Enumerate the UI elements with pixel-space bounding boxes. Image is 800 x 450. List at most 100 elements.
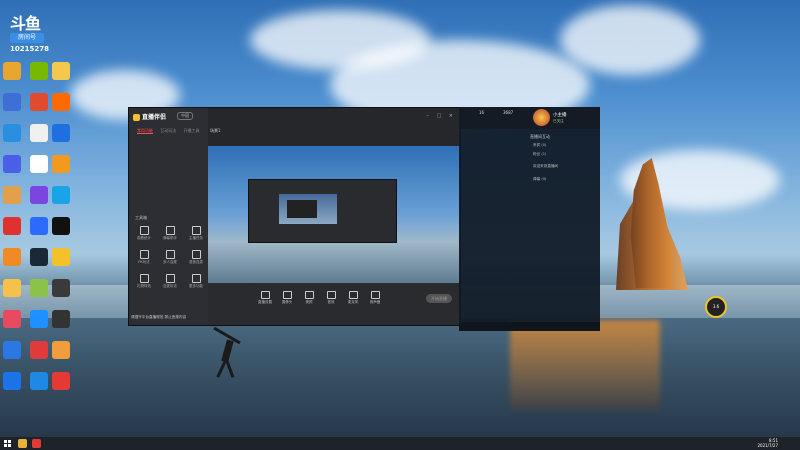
app-21-icon[interactable]: [52, 248, 70, 266]
window-controls[interactable]: – □ ×: [426, 113, 456, 119]
app-3-icon[interactable]: [52, 62, 70, 80]
bottom-bar-label: 直播设置: [258, 300, 272, 304]
tool-button[interactable]: 弹幕助手: [159, 226, 181, 242]
tool-label: 弹幕助手: [163, 236, 177, 240]
app-24-icon[interactable]: [52, 279, 70, 297]
start-live-button[interactable]: 开始直播: [426, 294, 452, 303]
bottom-bar-icon: [370, 291, 380, 299]
app-1-icon[interactable]: [3, 62, 21, 80]
live-header: – □ × 场景1: [208, 108, 460, 146]
app-8-icon[interactable]: [30, 124, 48, 142]
tool-button[interactable]: 礼物特效: [133, 274, 155, 290]
tool-label: 礼物特效: [137, 284, 151, 288]
app-4-icon[interactable]: [3, 93, 21, 111]
stat-1: 16: [479, 110, 485, 115]
app-20-icon[interactable]: [30, 248, 48, 266]
tool-button[interactable]: 多人连麦: [159, 250, 181, 266]
list-item[interactable]: 欢迎来到直播间: [533, 164, 558, 169]
bottom-bar-button[interactable]: 麦克风: [344, 291, 362, 305]
app-30-icon[interactable]: [52, 341, 70, 359]
tab-common[interactable]: 常用功能: [137, 128, 153, 134]
chat-panel: 16 3687 小主播 已关注 直播间互动 贵宾 (0) 粉丝 (1) 欢迎来到…: [459, 107, 600, 331]
room-label: 房间号: [10, 33, 44, 43]
app-23-icon[interactable]: [30, 279, 48, 297]
tool-icon: [165, 274, 175, 283]
region-tag[interactable]: 中国: [177, 112, 193, 120]
app-15-icon[interactable]: [52, 186, 70, 204]
anchor-follow-status[interactable]: 已关注: [553, 119, 564, 124]
app-6-icon[interactable]: [52, 93, 70, 111]
bottom-bar-button[interactable]: 摄像头: [278, 291, 296, 305]
floating-ball[interactable]: 3.6: [705, 296, 727, 318]
tab-tools[interactable]: 开播工具: [184, 128, 200, 133]
tool-icon: [191, 250, 201, 259]
app-22-icon[interactable]: [3, 279, 21, 297]
tool-label: PK玩法: [138, 260, 150, 264]
app-10-icon[interactable]: [3, 155, 21, 173]
live-preview: [208, 146, 460, 283]
avatar[interactable]: [533, 109, 550, 126]
anchor-name: 小主播: [553, 113, 567, 118]
windows-start-icon[interactable]: [4, 440, 11, 447]
live-brand-name: 直播伴侣: [142, 114, 167, 121]
tool-button[interactable]: 观看统计: [133, 226, 155, 242]
app-29-icon[interactable]: [30, 341, 48, 359]
app-27-icon[interactable]: [52, 310, 70, 328]
taskbar-clock[interactable]: 8:51 2021/7/27: [757, 438, 778, 448]
app-19-icon[interactable]: [3, 248, 21, 266]
tab-interactive[interactable]: 互动玩法: [160, 128, 176, 133]
bottom-bar-button[interactable]: 直播设置: [256, 291, 274, 305]
app-32-icon[interactable]: [30, 372, 48, 390]
app-2-icon[interactable]: [30, 62, 48, 80]
clock-date: 2021/7/27: [757, 443, 778, 448]
app-11-icon[interactable]: [30, 155, 48, 173]
tool-button[interactable]: 更多功能: [185, 274, 207, 290]
app-28-icon[interactable]: [3, 341, 21, 359]
preview-nested-screen: [279, 194, 337, 224]
app-5-icon[interactable]: [30, 93, 48, 111]
list-item[interactable]: 贵宾 (0): [533, 143, 546, 148]
scene-label[interactable]: 场景1: [210, 128, 221, 134]
app-13-icon[interactable]: [3, 186, 21, 204]
room-number: 10215278: [10, 45, 49, 53]
tool-icon: [139, 250, 149, 259]
app-9-icon[interactable]: [52, 124, 70, 142]
app-25-icon[interactable]: [3, 310, 21, 328]
live-logo-icon: [133, 114, 140, 121]
bottom-bar-icon: [282, 291, 292, 299]
folder-icon[interactable]: [18, 439, 27, 448]
bottom-bar-button[interactable]: 音效: [322, 291, 340, 305]
tool-icon: [165, 226, 175, 235]
bottom-bar-icon: [326, 291, 336, 299]
dancer-silhouette: [210, 326, 250, 390]
tool-button[interactable]: 连麦玩法: [159, 274, 181, 290]
live-sidebar: 直播伴侣 中国 常用功能 互动玩法 开播工具 工具箱 观看统计 弹幕助手 主播任务 P…: [129, 108, 208, 325]
app-26-icon[interactable]: [30, 310, 48, 328]
bottom-bar-button[interactable]: 扬声器: [366, 291, 384, 305]
bottom-bar-icon: [348, 291, 358, 299]
bottom-bar-icon: [260, 291, 270, 299]
tool-label: 语音连麦: [189, 260, 203, 264]
app-12-icon[interactable]: [52, 155, 70, 173]
app-18-icon[interactable]: [52, 217, 70, 235]
app-14-icon[interactable]: [30, 186, 48, 204]
app-33-icon[interactable]: [52, 372, 70, 390]
tool-icon: [139, 274, 149, 283]
bottom-bar-label: 麦克风: [347, 300, 359, 304]
live-companion-window: 直播伴侣 中国 常用功能 互动玩法 开播工具 工具箱 观看统计 弹幕助手 主播任务 P…: [128, 107, 461, 326]
bottom-bar-icon: [304, 291, 314, 299]
app-7-icon[interactable]: [3, 124, 21, 142]
tool-button[interactable]: PK玩法: [133, 250, 155, 266]
app-17-icon[interactable]: [30, 217, 48, 235]
bottom-bar-button[interactable]: 美颜: [300, 291, 318, 305]
list-item[interactable]: 弹幕 (0): [533, 177, 546, 182]
app-16-icon[interactable]: [3, 217, 21, 235]
bottom-bar-label: 美颜: [305, 300, 313, 304]
tool-label: 多人连麦: [163, 260, 177, 264]
tool-button[interactable]: 语音连麦: [185, 250, 207, 266]
tool-icon: [191, 226, 201, 235]
tool-button[interactable]: 主播任务: [185, 226, 207, 242]
list-item[interactable]: 粉丝 (1): [533, 152, 546, 157]
app-31-icon[interactable]: [3, 372, 21, 390]
app-taskbar-icon[interactable]: [32, 439, 41, 448]
